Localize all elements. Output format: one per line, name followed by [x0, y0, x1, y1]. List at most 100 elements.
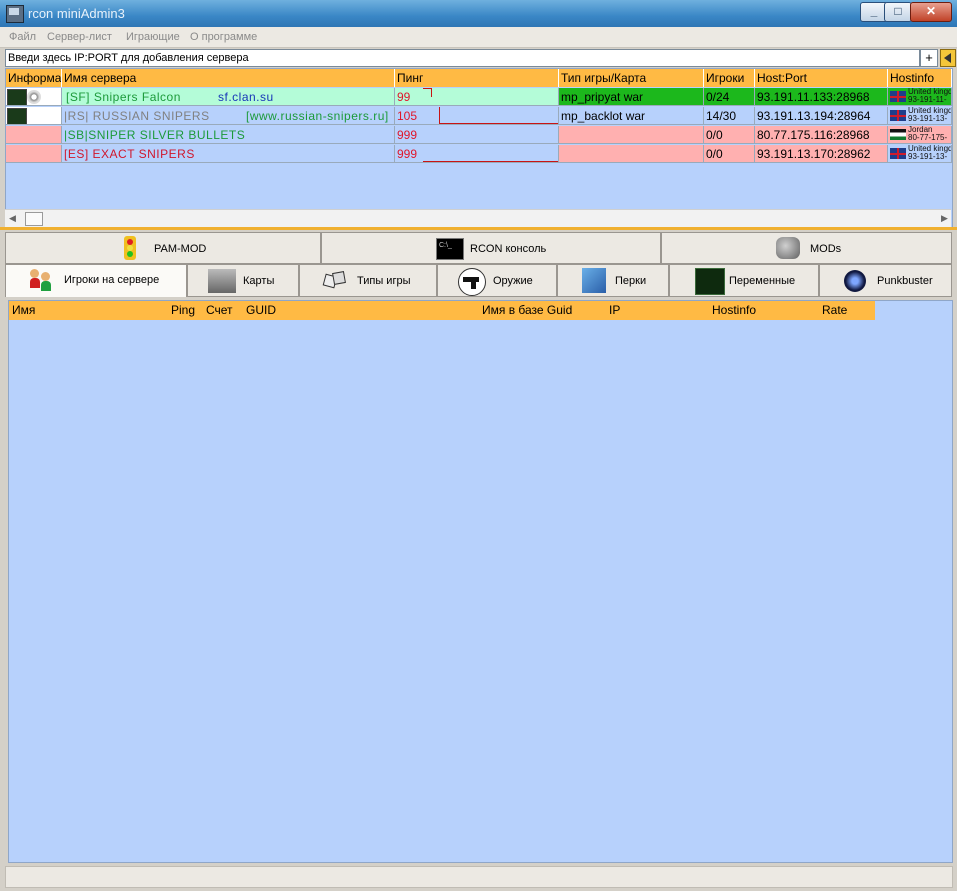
server-map: mp_backlot war	[559, 107, 704, 125]
server-name: [ES] EXACT SNIPERS	[64, 147, 195, 161]
tab-players-on-server[interactable]: Игроки на сервере	[5, 264, 187, 297]
menu-server-list[interactable]: Сервер-лист	[47, 31, 112, 43]
tab-weapons[interactable]: Оружие	[437, 264, 557, 297]
tab-perks[interactable]: Перки	[557, 264, 669, 297]
close-button[interactable]: ✕	[910, 2, 952, 22]
settings-icon	[27, 90, 41, 104]
info-icon	[7, 108, 27, 124]
ping-graph	[423, 145, 558, 162]
server-row[interactable]: [SF] Snipers Falcon sf.clan.su 99 mp_pri…	[6, 88, 952, 106]
window-title: rcon miniAdmin3	[28, 6, 125, 21]
console-icon: C:\_	[436, 238, 464, 260]
info-icon	[7, 89, 27, 105]
server-name: [SF] Snipers Falcon	[66, 90, 181, 104]
tab-pam-mod[interactable]: PAM-MOD	[5, 232, 321, 264]
arrow-left-icon[interactable]	[940, 49, 956, 67]
tab-label: Оружие	[493, 275, 533, 287]
menu-bar: Файл Сервер-лист Играющие О программе	[0, 27, 957, 48]
tab-game-types[interactable]: Типы игры	[299, 264, 437, 297]
tab-mods[interactable]: MODs	[661, 232, 952, 264]
server-players: 14/30	[704, 107, 755, 125]
server-site: sf.clan.su	[218, 90, 274, 104]
server-ping: 99	[395, 88, 559, 106]
col-player-ping[interactable]: Ping	[169, 301, 204, 320]
uk-flag-icon	[890, 91, 906, 102]
ping-graph	[439, 107, 558, 124]
col-info[interactable]: Информа	[6, 69, 62, 87]
dice-icon	[322, 271, 346, 289]
punkbuster-icon	[844, 270, 866, 292]
scroll-thumb[interactable]	[25, 212, 43, 226]
users-icon	[30, 269, 52, 291]
col-host-port[interactable]: Host:Port	[755, 69, 888, 87]
puzzle-icon	[776, 237, 800, 259]
server-name: |RS| RUSSIAN SNIPERS	[64, 109, 210, 123]
status-bar	[5, 866, 953, 888]
tab-label: Перки	[615, 275, 647, 287]
server-site: [www.russian-snipers.ru]	[246, 109, 389, 123]
server-host: 93.191.11.133:28968	[755, 88, 888, 106]
app-icon	[6, 5, 24, 23]
scroll-left-icon[interactable]: ◀	[9, 213, 16, 224]
menu-file[interactable]: Файл	[9, 31, 36, 43]
tab-label: Типы игры	[357, 275, 411, 287]
server-address-input[interactable]: Введи здесь IP:PORT для добавления серве…	[5, 49, 920, 67]
server-host: 93.191.13.194:28964	[755, 107, 888, 125]
col-ping[interactable]: Пинг	[395, 69, 559, 87]
splitter[interactable]	[0, 227, 957, 230]
server-map	[559, 126, 704, 144]
players-list[interactable]: Имя Ping Счет GUID Имя в базе Guid IP Ho…	[8, 300, 953, 863]
menu-players[interactable]: Играющие	[126, 31, 180, 43]
tab-label: Punkbuster	[877, 275, 933, 287]
col-player-guid[interactable]: GUID	[244, 301, 480, 320]
variables-icon	[695, 268, 725, 295]
server-row[interactable]: [ES] EXACT SNIPERS 999 0/0 93.191.13.170…	[6, 145, 952, 163]
tab-label: RCON консоль	[470, 243, 547, 255]
tab-label: Игроки на сервере	[64, 274, 160, 286]
uk-flag-icon	[890, 110, 906, 121]
server-list[interactable]: Информа Имя сервера Пинг Тип игры/Карта …	[5, 68, 953, 228]
server-ping: 105	[395, 107, 559, 125]
map-icon	[208, 269, 236, 293]
scroll-right-icon[interactable]: ▶	[941, 213, 948, 224]
col-server-name[interactable]: Имя сервера	[62, 69, 395, 87]
uk-flag-icon	[890, 148, 906, 159]
server-host: 80.77.175.116:28968	[755, 126, 888, 144]
server-row[interactable]: |RS| RUSSIAN SNIPERS [www.russian-sniper…	[6, 107, 952, 125]
col-player-name[interactable]: Имя	[9, 301, 169, 320]
col-guid-db-name[interactable]: Имя в базе Guid	[480, 301, 607, 320]
server-players: 0/0	[704, 126, 755, 144]
server-host: 93.191.13.170:28962	[755, 145, 888, 163]
server-ping: 999	[395, 145, 559, 163]
pistol-icon	[458, 268, 486, 296]
tab-maps[interactable]: Карты	[187, 264, 299, 297]
title-bar: rcon miniAdmin3 _ □ ✕	[0, 0, 957, 27]
server-map	[559, 145, 704, 163]
server-players: 0/0	[704, 145, 755, 163]
ping-graph	[423, 88, 432, 97]
server-ping: 999	[395, 126, 559, 144]
col-hostinfo[interactable]: Hostinfo	[888, 69, 952, 87]
tab-label: Переменные	[729, 275, 796, 287]
tab-punkbuster[interactable]: Punkbuster	[819, 264, 952, 297]
col-players[interactable]: Игроки	[704, 69, 755, 87]
server-row[interactable]: |SB|SNIPER SILVER BULLETS 999 0/0 80.77.…	[6, 126, 952, 144]
col-player-ip[interactable]: IP	[607, 301, 710, 320]
add-server-button[interactable]: +	[920, 49, 938, 67]
tab-variables[interactable]: Переменные	[669, 264, 819, 297]
server-players: 0/24	[704, 88, 755, 106]
tab-label: PAM-MOD	[154, 243, 207, 255]
col-gametype-map[interactable]: Тип игры/Карта	[559, 69, 704, 87]
menu-about[interactable]: О программе	[190, 31, 257, 43]
gift-icon	[582, 268, 606, 293]
tab-label: Карты	[243, 275, 275, 287]
jordan-flag-icon	[890, 129, 906, 140]
col-player-score[interactable]: Счет	[204, 301, 244, 320]
server-name: |SB|SNIPER SILVER BULLETS	[64, 128, 246, 142]
maximize-button[interactable]: □	[884, 2, 912, 22]
col-player-rate[interactable]: Rate	[820, 301, 875, 320]
col-player-hostinfo[interactable]: Hostinfo	[710, 301, 820, 320]
server-map: mp_pripyat war	[559, 88, 704, 106]
tab-rcon-console[interactable]: C:\_ RCON консоль	[321, 232, 661, 264]
horizontal-scrollbar[interactable]: ◀ ▶	[5, 209, 951, 227]
